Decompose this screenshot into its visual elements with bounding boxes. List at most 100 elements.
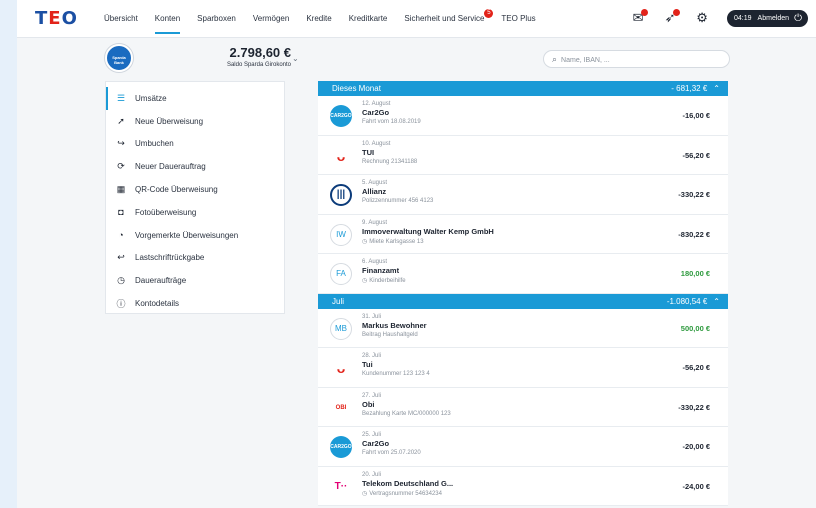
top-navigation-bar: TEO Übersicht Konten Sparboxen Vermögen Kred… — [17, 0, 816, 38]
transaction-row[interactable]: OBI 27. Juli Obi Bezahlung Karte MC/000000 … — [318, 387, 728, 427]
nav-item-2[interactable]: Sparboxen — [197, 0, 236, 38]
transaction-reference-text: Beitrag Haushaltgeld — [362, 331, 418, 338]
menu-item-8[interactable]: ◷ Daueraufträge — [106, 269, 284, 292]
transaction-reference-text: Rechnung 21341188 — [362, 158, 418, 165]
transaction-amount: -20,00 € — [682, 442, 710, 451]
nav-item-7[interactable]: TEO Plus — [501, 0, 535, 38]
transaction-details: 31. Juli Markus Bewohner Beitrag Haushaltg… — [362, 314, 427, 338]
transaction-row[interactable]: ||| 5. August Allianz Polizzennummer 456 41… — [318, 175, 728, 215]
transaction-name: Car2Go — [362, 439, 390, 448]
transaction-row[interactable]: ᴗ 10. August TUI Rechnung 21341188 -56,20 € — [318, 135, 728, 175]
month-section-header[interactable]: Juli -1.080,54 € ⌃ — [318, 293, 728, 309]
transaction-date: 27. Juli — [362, 392, 382, 399]
transaction-details: 5. August Allianz Polizzennummer 456 4123 — [362, 180, 433, 204]
nav-item-label: Sparboxen — [197, 14, 236, 23]
transaction-amount: 180,00 € — [680, 269, 710, 278]
transaction-amount: -330,22 € — [678, 402, 710, 412]
session-timer: 04:19 — [734, 14, 752, 22]
menu-item-4[interactable]: ▦ QR-Code Überweisung — [106, 178, 284, 201]
menu-item-label: Kontodetails — [135, 299, 180, 309]
menu-item-3[interactable]: ⟳ Neuer Dauerauftrag — [106, 155, 284, 178]
initials-icon: FA — [330, 263, 352, 285]
transaction-row[interactable]: MB 31. Juli Markus Bewohner Beitrag Haushal… — [318, 308, 728, 348]
menu-item-label: Umbuchen — [135, 139, 174, 149]
clock-icon: ◷ — [117, 275, 125, 286]
nav-item-label: Sicherheit und Service — [404, 14, 485, 23]
nav-item-label: Kredite — [306, 14, 332, 23]
nav-item-label: Konten — [154, 14, 181, 23]
car2go-icon: CAR2GO — [330, 105, 352, 127]
account-action-menu: ☰ Umsätze ➚ Neue Überweisung ↪ Umbuchen ⟳ Neuer… — [105, 81, 285, 314]
menu-item-0[interactable]: ☰ Umsätze — [106, 87, 284, 110]
transaction-row[interactable]: CAR2GO 12. August Car2Go Fahrt vom 18.08.20… — [318, 96, 728, 136]
nav-item-6[interactable]: Sicherheit und Service 5 — [404, 0, 494, 38]
transaction-name: Immoverwaltung Walter Kemp GmbH — [362, 226, 494, 236]
section-total-wrap: -1.080,54 € ⌃ — [667, 294, 720, 309]
menu-item-1[interactable]: ➚ Neue Überweisung — [106, 110, 284, 133]
section-title: Juli — [332, 296, 345, 306]
transaction-name: Finanzamt — [362, 266, 400, 275]
tui-icon: ᴗ — [336, 360, 346, 376]
notification-dot — [641, 9, 649, 16]
rocket-icon[interactable]: ➶ — [659, 7, 681, 29]
info-icon: ⓘ — [116, 299, 126, 310]
transaction-reference-text: Fahrt vom 25.07.2020 — [362, 450, 421, 456]
transfer-icon: ↪ — [117, 138, 125, 149]
logout-button[interactable]: 04:19 Abmelden ⏻ — [727, 9, 808, 27]
clock-icon: ◷ — [362, 278, 368, 284]
transaction-row[interactable]: T·· 20. Juli Telekom Deutschland G... ◷ Vert… — [318, 466, 728, 506]
search-placeholder: Name, IBAN, ... — [561, 57, 610, 64]
chevron-down-icon[interactable]: ⌄ — [292, 54, 299, 63]
menu-item-2[interactable]: ↪ Umbuchen — [106, 133, 284, 156]
account-selector[interactable]: 2.798,60 € Saldo Sparda Girokonto — [187, 45, 291, 68]
nav-item-label: Vermögen — [252, 14, 290, 23]
mail-icon[interactable]: ✉ — [627, 7, 649, 29]
transaction-details: 27. Juli Obi Bezahlung Karte MC/000000 123 — [362, 393, 451, 417]
nav-item-3[interactable]: Vermögen — [253, 0, 289, 38]
transaction-reference-text: Kinderbeihilfe — [369, 278, 406, 284]
menu-item-5[interactable]: ◘ Fotoüberweisung — [106, 201, 284, 224]
list-icon: ☰ — [116, 92, 126, 103]
nav-item-5[interactable]: Kreditkarte — [349, 0, 388, 38]
teo-logo[interactable]: TEO — [35, 8, 78, 29]
gear-icon[interactable]: ⚙ — [691, 7, 713, 29]
chevron-up-icon[interactable]: ⌃ — [713, 297, 720, 306]
transaction-details: 6. August Finanzamt ◷ Kinderbeihilfe — [362, 259, 406, 284]
pending-icon: ◔ — [118, 230, 124, 241]
transaction-row[interactable]: CAR2GO 25. Juli Car2Go Fahrt vom 25.07.2020… — [318, 427, 728, 467]
transaction-date: 10. August — [362, 140, 391, 147]
transaction-amount: -24,00 € — [682, 481, 710, 491]
menu-item-label: Umsätze — [135, 93, 167, 103]
transaction-reference-text: Bezahlung Karte MC/000000 123 — [362, 410, 451, 417]
nav-item-label: Kreditkarte — [348, 14, 388, 23]
menu-item-label: Vorgemerkte Überweisungen — [135, 230, 239, 240]
transaction-amount: 500,00 € — [680, 323, 710, 333]
menu-item-7[interactable]: ↩ Lastschriftrückgabe — [106, 247, 284, 270]
transaction-row[interactable]: ᴗ 28. Juli Tui Kundenummer 123 123 4 -56,20 … — [318, 348, 728, 388]
section-total: - 681,32 € — [671, 84, 708, 93]
transaction-list: Dieses Monat - 681,32 € ⌃ CAR2GO 12. August C… — [318, 81, 728, 506]
transaction-row[interactable]: IW 9. August Immoverwaltung Walter Kemp Gm… — [318, 214, 728, 254]
power-icon: ⏻ — [794, 12, 802, 24]
transaction-amount: -16,00 € — [682, 111, 710, 120]
initials-icon: MB — [330, 317, 352, 340]
nav-item-4[interactable]: Kredite — [306, 0, 331, 38]
account-label: Saldo Sparda Girokonto — [226, 62, 291, 68]
menu-item-9[interactable]: ⓘ Kontodetails — [106, 292, 284, 315]
menu-item-label: Neuer Dauerauftrag — [135, 162, 206, 172]
transaction-reference: Fahrt vom 25.07.2020 — [362, 450, 421, 456]
obi-icon: OBI — [330, 396, 352, 419]
nav-item-1[interactable]: Konten — [154, 0, 181, 38]
chevron-up-icon[interactable]: ⌃ — [713, 84, 720, 93]
transaction-reference: ◷ Kinderbeihilfe — [362, 277, 406, 284]
month-section-header[interactable]: Dieses Monat - 681,32 € ⌃ — [318, 81, 728, 96]
transaction-reference: Fahrt vom 18.08.2019 — [362, 119, 421, 125]
transaction-date: 20. Juli — [362, 471, 382, 478]
transaction-row[interactable]: FA 6. August Finanzamt ◷ Kinderbeihilfe 180,0… — [318, 254, 728, 294]
menu-item-6[interactable]: ◔ Vorgemerkte Überweisungen — [106, 224, 284, 247]
nav-item-0[interactable]: Übersicht — [104, 0, 138, 38]
transaction-reference: Beitrag Haushaltgeld — [362, 332, 427, 338]
search-input[interactable]: ⌕ Name, IBAN, ... — [543, 50, 730, 68]
transaction-reference-text: Polizzennummer 456 4123 — [362, 198, 434, 204]
transaction-reference-text: Fahrt vom 18.08.2019 — [362, 119, 421, 125]
